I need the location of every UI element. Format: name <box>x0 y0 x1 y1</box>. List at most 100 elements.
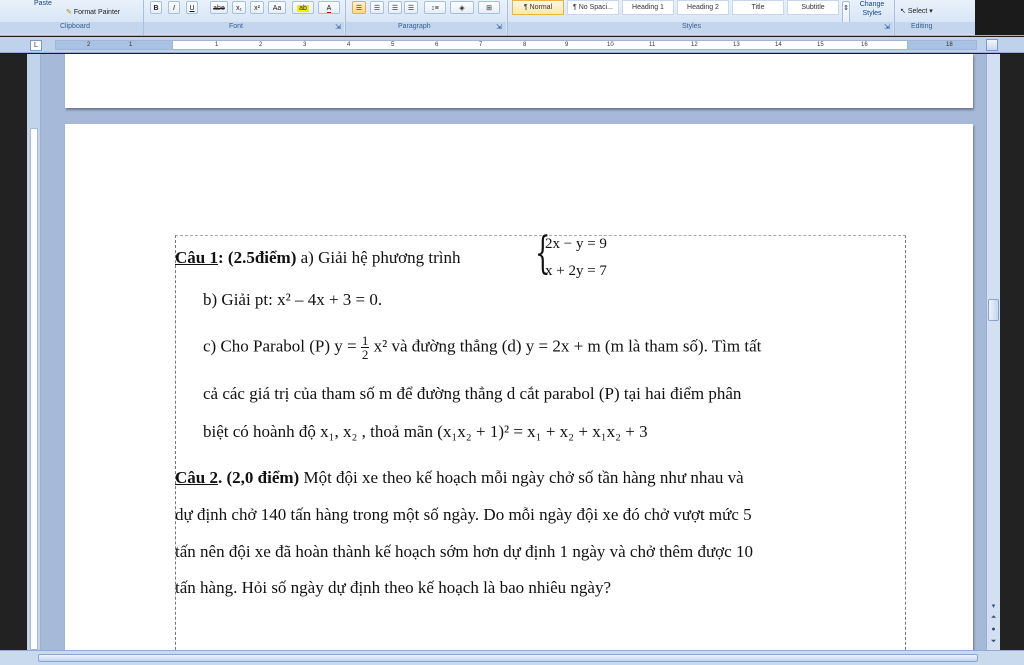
editing-group-bar <box>895 22 975 34</box>
style-heading-1[interactable]: Heading 1 <box>622 0 674 15</box>
ribbon: Paste ✎ Format Painter Clipboard B I U a… <box>0 0 1024 36</box>
ruler-number: 3 <box>303 42 307 48</box>
change-styles-button[interactable]: Change Styles <box>854 0 890 18</box>
window-edge <box>975 0 1024 35</box>
view-ruler-button[interactable] <box>986 39 998 51</box>
format-painter-label: Format Painter <box>73 9 121 16</box>
ruler-number: 15 <box>817 42 824 48</box>
change-case-button[interactable]: Aa <box>268 1 286 14</box>
styles-dialog-launcher-icon[interactable]: ⇲ <box>884 23 890 31</box>
ruler-number: 1 <box>215 42 219 48</box>
align-left-button[interactable]: ☰ <box>352 1 366 14</box>
window-edge <box>1000 54 1024 650</box>
next-page-icon[interactable]: ⏷ <box>989 638 998 646</box>
shading-button[interactable]: ◈ <box>450 1 474 14</box>
clipboard-group-label: Clipboard <box>60 23 90 30</box>
ruler-number: 8 <box>523 42 527 48</box>
align-right-icon: ☰ <box>391 5 399 12</box>
q1-part-c-line-2[interactable]: cả các giá trị của tham số m để đường th… <box>203 384 741 404</box>
style-subtitle[interactable]: Subtitle <box>787 0 839 15</box>
ruler-strip[interactable]: 2 1 1 2 3 4 5 6 7 8 9 10 11 12 13 14 15 … <box>55 40 977 50</box>
superscript-button[interactable]: x² <box>250 1 264 14</box>
ruler-left-margin <box>55 40 173 50</box>
underline-button[interactable]: U <box>186 1 198 14</box>
align-right-button[interactable]: ☰ <box>388 1 402 14</box>
paste-button-label[interactable]: Paste <box>34 0 52 7</box>
equation-system[interactable]: { 2x − y = 9 x + 2y = 7 <box>535 230 625 284</box>
vertical-ruler[interactable] <box>27 54 41 650</box>
window-edge <box>0 54 27 650</box>
horizontal-scroll-thumb[interactable] <box>38 654 978 662</box>
ruler-number: 18 <box>946 42 953 48</box>
style-no-spacing[interactable]: ¶ No Spaci... <box>567 0 619 15</box>
vertical-scroll-thumb[interactable] <box>988 299 999 321</box>
q1-label: Câu 1 <box>175 248 218 267</box>
ruler-number: 4 <box>347 42 351 48</box>
previous-page-bottom[interactable] <box>65 54 973 108</box>
highlight-button[interactable]: ab <box>292 1 314 14</box>
fraction-one-half: 12 <box>360 333 370 362</box>
system-equation-2: x + 2y = 7 <box>545 263 607 279</box>
ruler-number: 9 <box>565 42 569 48</box>
ruler-number: 16 <box>861 42 868 48</box>
line-spacing-button[interactable]: ↕≡ <box>424 1 446 14</box>
q2-label: Câu 2 <box>175 468 218 487</box>
q2-line-4[interactable]: tấn hàng. Hỏi số ngày dự định theo kế ho… <box>175 578 611 598</box>
style-heading-2[interactable]: Heading 2 <box>677 0 729 15</box>
bold-button[interactable]: B <box>150 1 162 14</box>
ruler-number: 13 <box>733 42 740 48</box>
paragraph-dialog-launcher-icon[interactable]: ⇲ <box>496 23 502 31</box>
q2-line-1[interactable]: Câu 2. (2,0 điểm) Một đội xe theo kế hoạ… <box>175 468 744 488</box>
italic-button[interactable]: I <box>168 1 180 14</box>
ruler-number: 2 <box>87 42 91 48</box>
font-color-button[interactable]: A <box>318 1 340 14</box>
justify-button[interactable]: ☰ <box>404 1 418 14</box>
fraction-numerator: 1 <box>360 333 370 348</box>
scroll-down-arrow-icon[interactable]: ▾ <box>989 602 998 610</box>
tab-selector-button[interactable]: L <box>30 40 42 51</box>
format-painter-button[interactable]: ✎ Format Painter <box>66 8 120 16</box>
align-center-icon: ☰ <box>373 5 381 12</box>
justify-icon: ☰ <box>407 5 415 12</box>
style-normal[interactable]: ¶ Normal <box>512 0 564 15</box>
horizontal-scrollbar[interactable] <box>0 650 1024 665</box>
styles-group-label: Styles <box>682 23 702 30</box>
style-title[interactable]: Title <box>732 0 784 15</box>
font-dialog-launcher-icon[interactable]: ⇲ <box>335 23 341 31</box>
horizontal-ruler[interactable]: L 2 1 1 2 3 4 5 6 7 8 9 10 11 12 13 14 1… <box>0 37 1024 53</box>
q1-part-b[interactable]: b) Giải pt: x² – 4x + 3 = 0. <box>203 290 382 310</box>
align-center-button[interactable]: ☰ <box>370 1 384 14</box>
ruler-number: 12 <box>691 42 698 48</box>
vertical-ruler-strip <box>30 128 38 650</box>
line-spacing-icon: ↕≡ <box>431 5 439 12</box>
align-left-icon: ☰ <box>355 5 363 12</box>
subscript-button[interactable]: x₁ <box>232 1 246 14</box>
select-button[interactable]: ↖ Select ▾ <box>900 7 933 15</box>
q1-part-a: a) Giải hệ phương trình <box>300 248 461 267</box>
system-equation-1: 2x − y = 9 <box>545 236 607 252</box>
ruler-number: 6 <box>435 42 439 48</box>
q2-line-2[interactable]: dự định chở 140 tấn hàng trong một số ng… <box>175 505 752 525</box>
font-color-icon: A <box>326 5 332 13</box>
cursor-arrow-icon: ↖ <box>900 8 906 15</box>
q2-text-1: Một đội xe theo kế hoạch mỗi ngày chở số… <box>303 468 744 487</box>
ruler-number: 2 <box>259 42 263 48</box>
font-group-bar <box>144 22 344 34</box>
borders-icon: ⊞ <box>486 5 492 12</box>
q1-part-c-line-3[interactable]: biệt có hoành độ x₁, x₂ , thoả mãn (x₁x₂… <box>203 422 648 442</box>
paint-bucket-icon: ◈ <box>459 5 465 12</box>
previous-page-icon[interactable]: ⏶ <box>989 614 998 622</box>
q1-part-c-line-1[interactable]: c) Cho Parabol (P) y = 12 x² và đường th… <box>203 334 761 361</box>
select-browse-object-icon[interactable]: ● <box>989 626 998 633</box>
change-styles-label: Change Styles <box>859 1 885 17</box>
left-tab-icon: L <box>34 42 38 49</box>
vertical-scrollbar[interactable]: ▾ ⏶ ● ⏷ <box>986 54 1000 650</box>
select-label: Select <box>907 8 928 15</box>
part-c-text-a: c) Cho Parabol (P) y = <box>203 336 357 356</box>
borders-button[interactable]: ⊞ <box>478 1 500 14</box>
q2-line-3[interactable]: tấn nên đội xe đã hoàn thành kế hoạch sớ… <box>175 542 753 562</box>
paragraph-group-label: Paragraph <box>398 23 431 30</box>
strikethrough-button[interactable]: abe <box>210 1 228 14</box>
fraction-denominator: 2 <box>361 347 369 362</box>
q1-heading-line[interactable]: Câu 1: (2.5điểm) a) Giải hệ phương trình <box>175 248 460 268</box>
